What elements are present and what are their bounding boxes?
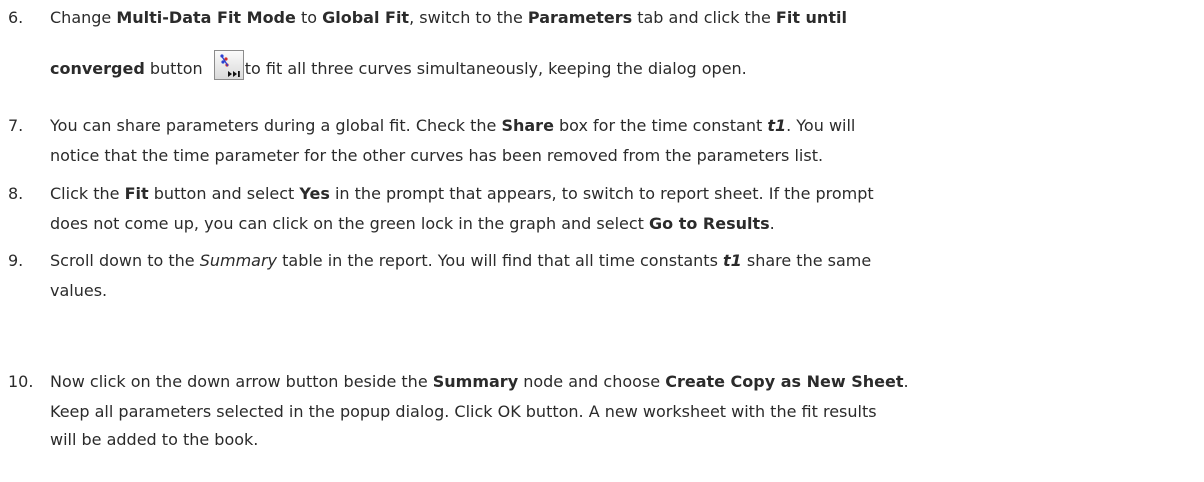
text: . You will [786, 116, 856, 135]
text: to [295, 8, 323, 27]
bold-term: Parameters [527, 8, 633, 27]
text: button and select [148, 184, 300, 203]
text: to fit all three curves simultaneously, … [244, 59, 747, 78]
step-number: 8. [8, 184, 24, 203]
text: in the prompt that appears, to switch to… [329, 184, 874, 203]
step-line: Now click on the down arrow button besid… [50, 372, 909, 391]
text: tab and click the [632, 8, 776, 27]
step-line: Click the Fit button and select Yes in t… [50, 184, 874, 203]
step-number: 9. [8, 251, 24, 270]
step-line: Keep all parameters selected in the popu… [50, 402, 877, 421]
text: You can share parameters during a global… [50, 116, 502, 135]
step-line: converged button to fit all three curves… [50, 50, 747, 80]
parameter-name: t1 [722, 251, 742, 270]
step-line: You can share parameters during a global… [50, 116, 855, 135]
text: will be added to the book. [50, 430, 259, 449]
fit-until-converged-icon [213, 50, 244, 80]
bold-term: Go to Results [649, 214, 770, 233]
step-line: will be added to the book. [50, 430, 258, 449]
step-line: notice that the time parameter for the o… [50, 146, 823, 165]
italic-term: Summary [199, 251, 278, 270]
text: button [144, 59, 208, 78]
bold-term: Share [501, 116, 554, 135]
text: box for the time constant [553, 116, 768, 135]
text: Now click on the down arrow button besid… [50, 372, 433, 391]
text: . [903, 372, 909, 391]
text: Change [50, 8, 117, 27]
step-line: Change Multi-Data Fit Mode to Global Fit… [50, 8, 847, 27]
bold-term: Create Copy as New Sheet [665, 372, 904, 391]
text: notice that the time parameter for the o… [50, 146, 824, 165]
bold-term: Fit until [775, 8, 847, 27]
bold-term: converged [50, 59, 145, 78]
bold-term: Fit [124, 184, 149, 203]
bold-term: Multi-Data Fit Mode [116, 8, 296, 27]
step-number: 7. [8, 116, 24, 135]
text: . [769, 214, 775, 233]
text: Click the [50, 184, 125, 203]
bold-term: Summary [432, 372, 519, 391]
step-number: 10. [8, 372, 34, 391]
step-line: Scroll down to the Summary table in the … [50, 251, 871, 270]
text: share the same [741, 251, 872, 270]
text: , switch to the [409, 8, 528, 27]
text: does not come up, you can click on the g… [50, 214, 650, 233]
text: table in the report. You will find that … [277, 251, 723, 270]
text: Keep all parameters selected in the popu… [50, 402, 877, 421]
text: values. [50, 281, 108, 300]
step-line: values. [50, 281, 107, 300]
step-number: 6. [8, 8, 24, 27]
bold-term: Global Fit [322, 8, 410, 27]
text: node and choose [518, 372, 666, 391]
parameter-name: t1 [767, 116, 787, 135]
step-line: does not come up, you can click on the g… [50, 214, 775, 233]
text: Scroll down to the [50, 251, 200, 270]
bold-term: Yes [299, 184, 330, 203]
